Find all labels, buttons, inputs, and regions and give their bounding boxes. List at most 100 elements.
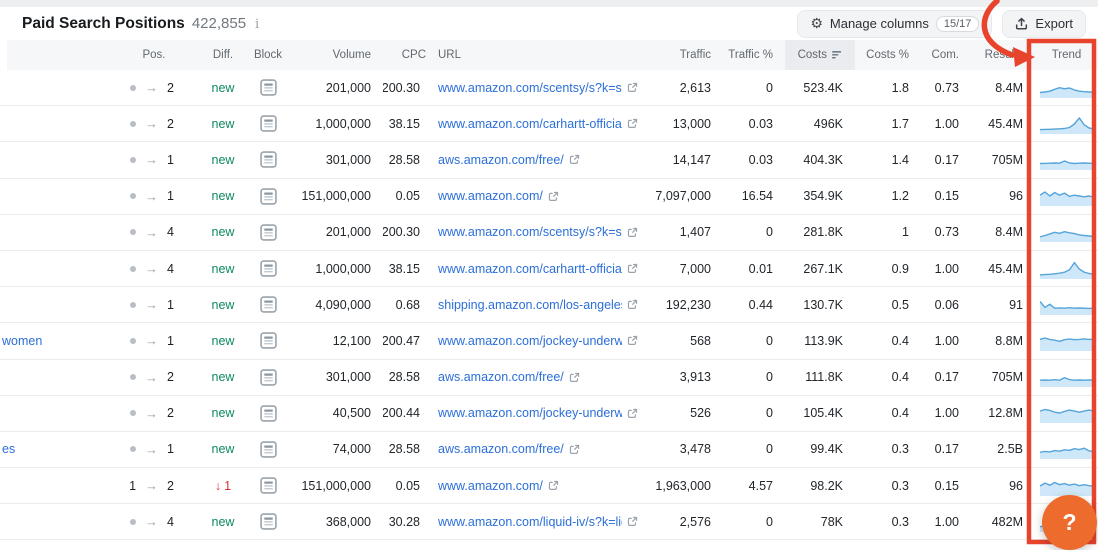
- ad-block-icon[interactable]: [260, 188, 277, 205]
- url-link[interactable]: www.amazon.com/carhartt-official...: [438, 117, 622, 131]
- costs-cell: 496K: [785, 106, 855, 141]
- results-cell: 45.4M: [971, 251, 1035, 286]
- manage-columns-button[interactable]: ⚙ Manage columns 15/17: [797, 10, 992, 38]
- position-dot-icon: [130, 229, 136, 235]
- ad-block-icon[interactable]: [260, 513, 277, 530]
- column-header-block[interactable]: Block: [248, 40, 288, 70]
- url-link[interactable]: www.amazon.com/scentsy/s?k=sce...: [438, 81, 622, 95]
- competition-cell: 0.17: [921, 360, 971, 395]
- volume-cell: 368,000: [288, 504, 383, 539]
- column-header-costs[interactable]: Costs %: [855, 40, 921, 70]
- url-link[interactable]: shipping.amazon.com/los-angeles-...: [438, 298, 622, 312]
- column-header-results[interactable]: Results: [971, 40, 1035, 70]
- results-cell: 45.4M: [971, 106, 1035, 141]
- ad-block-icon[interactable]: [260, 115, 277, 132]
- traffic-percent-cell: 16.54: [723, 179, 785, 214]
- external-link-icon[interactable]: [627, 408, 638, 419]
- sort-descending-icon: [832, 50, 843, 60]
- column-header-label: Traffic %: [728, 49, 773, 61]
- column-header-costs[interactable]: Costs: [785, 40, 855, 70]
- url-link[interactable]: www.amazon.com/jockey-underwe...: [438, 334, 622, 348]
- external-link-icon[interactable]: [627, 299, 638, 310]
- diff-new-label: new: [212, 298, 235, 312]
- help-button[interactable]: ?: [1042, 495, 1097, 550]
- url-cell: aws.amazon.com/free/: [438, 142, 638, 177]
- ad-block-icon[interactable]: [260, 477, 277, 494]
- external-link-icon[interactable]: [627, 82, 638, 93]
- costs-percent-cell: 1.7: [855, 106, 921, 141]
- competition-cell: 1.00: [921, 504, 971, 539]
- column-header-volume[interactable]: Volume: [288, 40, 383, 70]
- results-cell: 8.4M: [971, 215, 1035, 250]
- column-header-url[interactable]: URL: [438, 40, 638, 70]
- external-link-icon[interactable]: [569, 444, 580, 455]
- diff-new-label: new: [212, 189, 235, 203]
- ad-block-icon[interactable]: [260, 224, 277, 241]
- ad-block-icon[interactable]: [260, 332, 277, 349]
- ad-block-icon[interactable]: [260, 441, 277, 458]
- block-cell: [248, 287, 288, 322]
- keyword-cell: [0, 287, 110, 322]
- column-header-label: Costs %: [866, 49, 909, 61]
- external-link-icon[interactable]: [627, 227, 638, 238]
- trend-sparkline: [1040, 222, 1094, 242]
- url-link[interactable]: www.amazon.com/: [438, 479, 543, 493]
- diff-cell: new: [198, 323, 248, 358]
- costs-percent-cell: 1: [855, 215, 921, 250]
- ad-block-icon[interactable]: [260, 296, 277, 313]
- block-cell: [248, 70, 288, 105]
- column-header-diff[interactable]: Diff.: [198, 40, 248, 70]
- external-link-icon[interactable]: [569, 372, 580, 383]
- position-value: 1: [167, 189, 174, 203]
- column-header-pos[interactable]: Pos.: [110, 40, 198, 70]
- external-link-icon[interactable]: [548, 480, 559, 491]
- traffic-cell: 3,478: [638, 432, 723, 467]
- url-link[interactable]: www.amazon.com/carhartt-official...: [438, 262, 622, 276]
- ad-block-icon[interactable]: [260, 260, 277, 277]
- url-link[interactable]: www.amazon.com/liquid-iv/s?k=liq...: [438, 515, 622, 529]
- url-link[interactable]: aws.amazon.com/free/: [438, 153, 564, 167]
- column-header-traffic[interactable]: Traffic %: [723, 40, 785, 70]
- column-header-cpc[interactable]: CPC: [383, 40, 438, 70]
- external-link-icon[interactable]: [569, 154, 580, 165]
- external-link-icon[interactable]: [627, 263, 638, 274]
- diff-cell: new: [198, 287, 248, 322]
- column-header-label: Results: [985, 49, 1023, 61]
- column-header-trend[interactable]: Trend: [1035, 40, 1098, 70]
- trend-cell: [1035, 323, 1098, 358]
- column-header-traffic[interactable]: Traffic: [638, 40, 723, 70]
- position-cell: →2: [110, 106, 198, 141]
- position-cell: →4: [110, 215, 198, 250]
- url-link[interactable]: www.amazon.com/: [438, 189, 543, 203]
- right-arrow-icon: →: [145, 261, 158, 276]
- external-link-icon[interactable]: [627, 335, 638, 346]
- external-link-icon[interactable]: [627, 118, 638, 129]
- table-body: →2new201,000200.30www.amazon.com/scentsy…: [0, 70, 1098, 540]
- url-link[interactable]: www.amazon.com/jockey-underwe...: [438, 406, 622, 420]
- keyword-link[interactable]: women: [2, 334, 42, 348]
- traffic-percent-cell: 0: [723, 360, 785, 395]
- export-button[interactable]: Export: [1002, 10, 1086, 38]
- external-link-icon[interactable]: [627, 516, 638, 527]
- table-header-row: Pos.Diff.BlockVolumeCPCURLTraffic Traffic…: [0, 40, 1098, 70]
- url-link[interactable]: www.amazon.com/scentsy/s?k=sce...: [438, 225, 622, 239]
- ad-block-icon[interactable]: [260, 369, 277, 386]
- results-cell: 2.5B: [971, 432, 1035, 467]
- ad-block-icon[interactable]: [260, 405, 277, 422]
- diff-cell: new: [198, 70, 248, 105]
- export-label: Export: [1035, 16, 1073, 31]
- info-icon[interactable]: i: [253, 17, 259, 32]
- url-link[interactable]: aws.amazon.com/free/: [438, 370, 564, 384]
- page-title: Paid Search Positions: [22, 15, 185, 33]
- position-cell: →2: [110, 360, 198, 395]
- external-link-icon[interactable]: [548, 191, 559, 202]
- right-arrow-icon: →: [145, 333, 158, 348]
- ad-block-icon[interactable]: [260, 79, 277, 96]
- url-link[interactable]: aws.amazon.com/free/: [438, 442, 564, 456]
- position-cell: →1: [110, 142, 198, 177]
- trend-sparkline: [1040, 114, 1094, 134]
- column-header-com[interactable]: Com.: [921, 40, 971, 70]
- keyword-link[interactable]: es: [2, 442, 15, 456]
- ad-block-icon[interactable]: [260, 151, 277, 168]
- trend-cell: [1035, 106, 1098, 141]
